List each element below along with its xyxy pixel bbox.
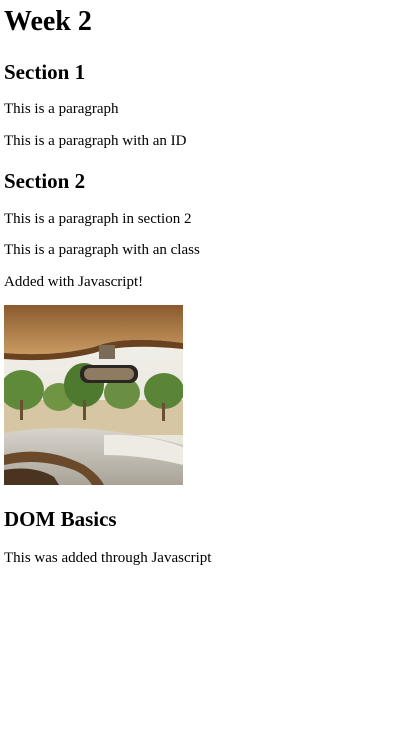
paragraph: This is a paragraph (4, 101, 119, 117)
javascript-added-text: Added with Javascript! (4, 274, 144, 290)
paragraph-with-class: This is a paragraph with an class (4, 242, 200, 258)
section-2-heading: Section 2 (4, 169, 86, 193)
dom-paragraph: This was added through Javascript (4, 550, 212, 566)
car-interior-photo (4, 305, 183, 485)
page: Week 2 Section 1 This is a paragraph Thi… (0, 0, 414, 734)
paragraph-with-id: This is a paragraph with an ID (4, 133, 187, 149)
section-1-heading: Section 1 (4, 60, 86, 84)
dom-basics-heading: DOM Basics (4, 507, 117, 531)
page-title: Week 2 (4, 6, 92, 37)
section-2-paragraph: This is a paragraph in section 2 (4, 211, 192, 227)
